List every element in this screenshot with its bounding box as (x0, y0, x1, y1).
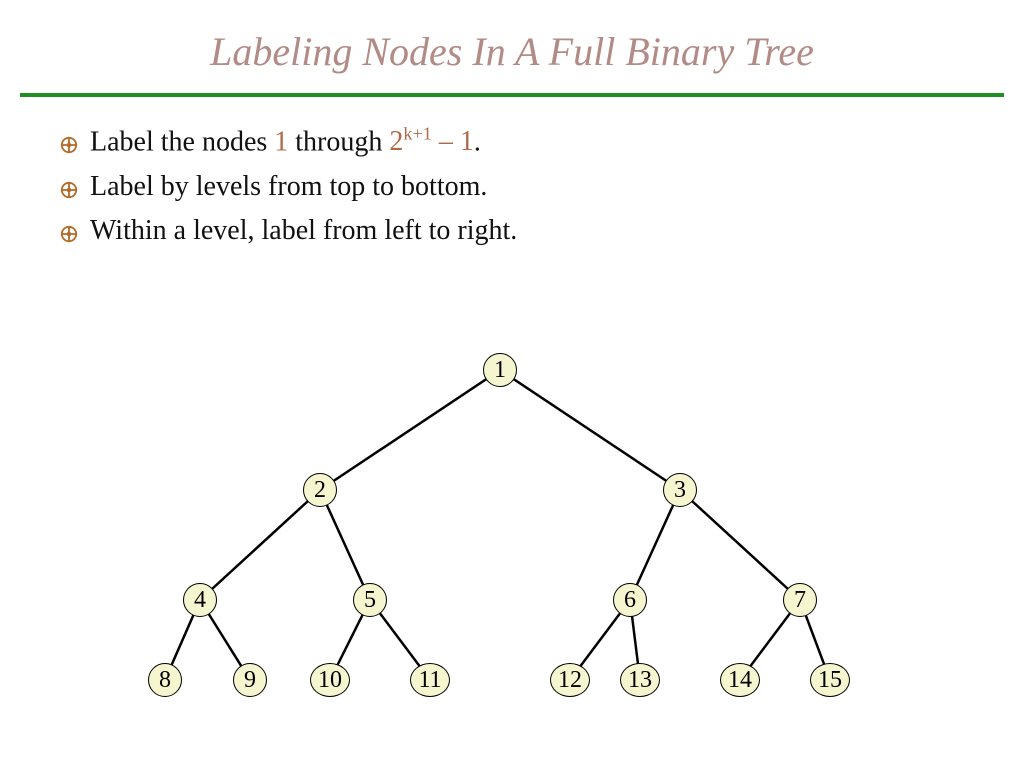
tree-node-7: 7 (783, 583, 817, 617)
slide: Labeling Nodes In A Full Binary Tree Lab… (0, 0, 1024, 768)
text-accent: 2k+1 – 1 (389, 126, 473, 157)
slide-title: Labeling Nodes In A Full Binary Tree (0, 0, 1024, 75)
tree-node-8: 8 (148, 663, 182, 697)
tree-node-12: 12 (550, 663, 590, 697)
text-fragment: Label the nodes (90, 126, 274, 157)
bullet-text: Label the nodes 1 through 2k+1 – 1. (90, 123, 481, 161)
bullet-list: Label the nodes 1 through 2k+1 – 1. Labe… (60, 123, 984, 250)
tree-node-3: 3 (663, 473, 697, 507)
tree-node-2: 2 (303, 473, 337, 507)
bullet-item: Label by levels from top to bottom. (60, 169, 984, 205)
tree-node-9: 9 (233, 663, 267, 697)
tree-node-5: 5 (353, 583, 387, 617)
tree-node-14: 14 (720, 663, 760, 697)
tree-node-4: 4 (183, 583, 217, 617)
bullet-item: Within a level, label from left to right… (60, 213, 984, 249)
horizontal-rule (20, 93, 1004, 97)
tree-node-1: 1 (483, 353, 517, 387)
tree-node-6: 6 (613, 583, 647, 617)
compass-icon (60, 136, 78, 154)
bullet-item: Label the nodes 1 through 2k+1 – 1. (60, 123, 984, 161)
tree-node-10: 10 (310, 663, 350, 697)
bullet-text: Label by levels from top to bottom. (90, 169, 487, 205)
compass-icon (60, 225, 78, 243)
text-fragment: . (474, 126, 481, 157)
text-fragment: through (288, 126, 389, 157)
binary-tree-diagram: 1 2 3 4 5 6 7 8 9 10 11 12 13 14 15 (0, 310, 1024, 750)
bullet-text: Within a level, label from left to right… (90, 213, 517, 249)
compass-icon (60, 181, 78, 199)
text-accent: 1 (274, 126, 288, 157)
text-fragment: – 1 (432, 126, 474, 157)
tree-node-13: 13 (620, 663, 660, 697)
tree-node-15: 15 (810, 663, 850, 697)
text-superscript: k+1 (403, 124, 431, 144)
tree-node-11: 11 (410, 663, 450, 697)
text-fragment: 2 (389, 126, 403, 157)
